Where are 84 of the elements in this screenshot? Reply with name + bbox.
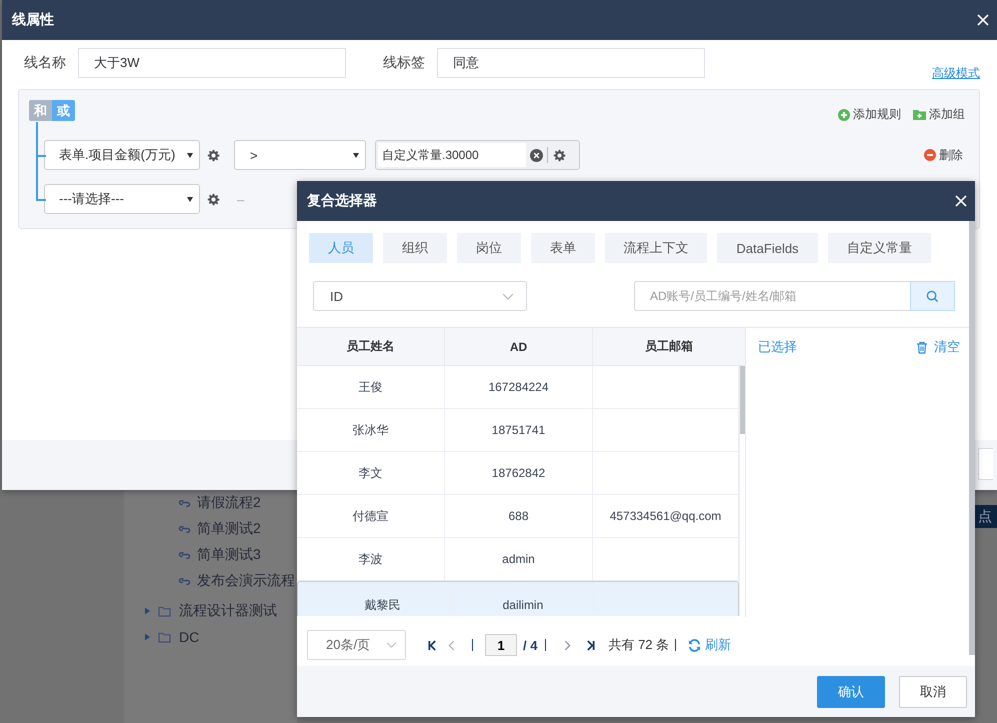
search-icon xyxy=(926,290,939,302)
table-row[interactable]: 王俊 167284224 xyxy=(297,366,739,409)
tab[interactable]: 自定义常量 xyxy=(828,233,931,263)
table-cell: 18751741 xyxy=(492,423,546,437)
expand-caret-icon[interactable] xyxy=(145,607,150,615)
dialog-title: 复合选择器 xyxy=(307,192,377,210)
total-count: 共有 72 条 xyxy=(608,636,670,654)
field-label: 线标签 xyxy=(383,54,425,72)
table-cell: 戴黎民 xyxy=(364,597,401,613)
scrollbar[interactable] xyxy=(739,366,745,616)
input-field[interactable]: 同意 xyxy=(437,48,705,78)
link-icon xyxy=(178,498,191,508)
table-cell: 688 xyxy=(508,509,529,523)
table-row[interactable]: 戴黎民 dailimin xyxy=(297,581,739,616)
table-cell: dailimin xyxy=(502,597,544,613)
link-icon xyxy=(178,550,191,560)
table-cell: 李波 xyxy=(358,550,382,568)
cancel-button[interactable]: 取消 xyxy=(899,676,967,708)
previous-page-icon[interactable] xyxy=(448,640,455,650)
gear-icon[interactable] xyxy=(207,192,220,206)
table-cell: 457334561@qq.com xyxy=(610,509,722,523)
gear-icon[interactable] xyxy=(553,148,566,162)
table-row[interactable]: 付德宣 688 457334561@qq.com xyxy=(297,495,739,538)
table-cell: admin xyxy=(502,552,535,566)
search-field[interactable]: AD账号/员工编号/姓名/邮箱 xyxy=(634,281,910,311)
folder-icon xyxy=(158,632,171,642)
selected-title: 已选择 xyxy=(758,338,797,356)
scrollbar[interactable] xyxy=(969,221,975,655)
tab[interactable]: 岗位 xyxy=(457,233,521,263)
confirm-button[interactable]: 确认 xyxy=(817,676,885,708)
table-cell: 167284224 xyxy=(488,380,549,394)
first-page-icon[interactable] xyxy=(428,640,437,650)
folder-add-icon[interactable] xyxy=(913,109,926,120)
advanced-mode-link[interactable]: 高级模式 xyxy=(932,65,980,82)
add-group-link[interactable]: 添加组 xyxy=(929,106,965,123)
refresh-link[interactable]: 刷新 xyxy=(705,636,732,654)
add-rule-link[interactable]: 添加规则 xyxy=(853,106,901,123)
tab[interactable]: 流程上下文 xyxy=(605,233,707,263)
input-field[interactable] xyxy=(978,448,993,480)
table-row[interactable]: 李文 18762842 xyxy=(297,452,739,495)
column-header: AD xyxy=(445,328,593,365)
folder-icon xyxy=(158,606,171,616)
field-select[interactable]: ---请选择--- xyxy=(44,184,200,214)
table-cell: 李文 xyxy=(358,464,382,482)
input-field[interactable]: 大于3W xyxy=(78,48,346,78)
next-page-icon[interactable] xyxy=(564,640,572,650)
field-select[interactable]: 表单.项目金额(万元) xyxy=(44,140,200,170)
value-field[interactable]: 自定义常量.30000 xyxy=(375,140,580,170)
clear-icon[interactable] xyxy=(530,148,543,162)
trash-icon[interactable] xyxy=(916,340,928,354)
table-cell: 王俊 xyxy=(358,378,382,396)
link-icon xyxy=(178,524,191,534)
add-icon[interactable] xyxy=(838,108,850,120)
page-size-select[interactable]: 20条/页 xyxy=(307,630,406,660)
empty-value: – xyxy=(237,192,244,206)
tab[interactable]: DataFields xyxy=(717,233,818,263)
chevron-down-icon xyxy=(386,642,397,648)
tab[interactable]: 组织 xyxy=(383,233,447,263)
link-icon xyxy=(178,576,191,586)
table-row[interactable]: 张冰华 18751741 xyxy=(297,409,739,452)
gear-icon[interactable] xyxy=(207,148,220,162)
close-icon[interactable] xyxy=(955,195,967,207)
chevron-down-icon xyxy=(502,292,514,300)
table-cell: 张冰华 xyxy=(352,422,388,438)
table-cell: 付德宣 xyxy=(352,508,388,524)
clear-link[interactable]: 清空 xyxy=(934,338,960,356)
column-header: 员工邮箱 xyxy=(644,338,694,355)
table-cell: 18762842 xyxy=(492,466,546,480)
column-header: 员工姓名 xyxy=(297,328,445,365)
page-input[interactable]: 1 xyxy=(485,634,517,656)
last-page-icon[interactable] xyxy=(586,640,596,650)
filter-select[interactable]: ID xyxy=(313,281,527,311)
tab[interactable]: 表单 xyxy=(531,233,595,263)
total-pages: / 4 xyxy=(523,638,538,652)
close-icon[interactable] xyxy=(977,14,989,26)
operator-select[interactable]: > xyxy=(234,140,366,170)
expand-caret-icon[interactable] xyxy=(145,633,150,641)
remove-icon[interactable] xyxy=(924,149,936,161)
field-label: 线名称 xyxy=(24,54,66,72)
search-button[interactable] xyxy=(910,281,955,311)
delete-link[interactable]: 删除 xyxy=(939,146,963,164)
header-tag: 点 xyxy=(975,505,997,528)
dialog-title: 线属性 xyxy=(12,11,54,29)
refresh-icon[interactable] xyxy=(688,638,702,652)
